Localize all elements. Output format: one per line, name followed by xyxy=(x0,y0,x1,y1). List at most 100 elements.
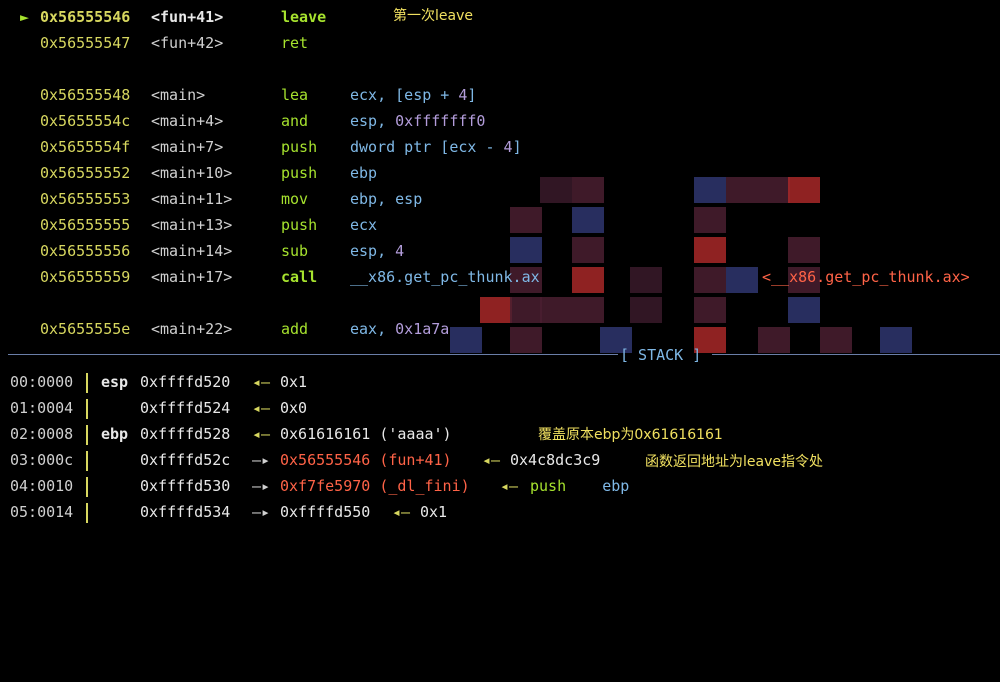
instruction-mnemonic: add xyxy=(281,320,309,338)
value-arrow: ◂— xyxy=(252,399,271,417)
disasm-line[interactable]: 0x5655554c <main+4> and esp, 0xfffffff0 xyxy=(0,111,485,131)
immediate-value: 0xfffffff0 xyxy=(395,112,486,130)
disasm-line[interactable]: 0x56555552 <main+10> push ebp xyxy=(0,163,377,183)
instruction-address: 0x56555556 xyxy=(40,242,131,260)
instruction-address: 0x56555548 xyxy=(40,86,131,104)
instruction-symbol: <main+22> xyxy=(151,320,233,338)
stack-value: 0x1 xyxy=(280,373,308,391)
instruction-operands: esp, 0xfffffff0 xyxy=(350,111,485,131)
pixel-block xyxy=(880,327,912,353)
disasm-line[interactable]: 0x5655554f <main+7> push dword ptr [ecx … xyxy=(0,137,522,157)
disasm-line[interactable]: 0x56555559 <main+17> call __x86.get_pc_t… xyxy=(0,267,970,287)
value-arrow: ◂— xyxy=(252,425,271,443)
stack-address: 0xffffd524 xyxy=(140,399,231,417)
pixel-block xyxy=(450,327,482,353)
annotation-return-address: 函数返回地址为leave指令处 xyxy=(645,454,823,470)
value-arrow: ◂— xyxy=(392,503,411,521)
pixel-block xyxy=(510,207,542,233)
pixel-block xyxy=(694,177,726,203)
disasm-line[interactable]: 0x56555547 <fun+42> ret xyxy=(0,33,308,53)
pixel-block xyxy=(758,327,790,353)
instruction-mnemonic: and xyxy=(281,112,309,130)
stack-address: 0xffffd528 xyxy=(140,425,231,443)
operand-text: ebp xyxy=(350,164,378,182)
pixel-block xyxy=(788,177,820,203)
instruction-symbol: <fun+42> xyxy=(151,34,224,52)
operand-text: dword ptr [ecx - xyxy=(350,138,504,156)
stack-offset: 01:0004 xyxy=(10,399,74,417)
pixel-block xyxy=(820,327,852,353)
instruction-symbol: <main+7> xyxy=(151,138,224,156)
disasm-line[interactable]: 0x56555548 <main> lea ecx, [esp + 4] xyxy=(0,85,476,105)
divider-line-right xyxy=(712,354,1000,355)
operand-text: ebp, esp xyxy=(350,190,423,208)
call-target-symbol[interactable]: __x86.get_pc_thunk.ax xyxy=(350,267,540,287)
instruction-address: 0x5655555e xyxy=(40,320,131,338)
disasm-line[interactable]: ► 0x56555546 <fun+41> leave xyxy=(0,7,326,27)
stack-value: 0x0 xyxy=(280,399,308,417)
disasm-line[interactable]: 0x56555553 <main+11> mov ebp, esp xyxy=(0,189,422,209)
instruction-address: 0x5655554c xyxy=(40,112,131,130)
instruction-symbol: <main+11> xyxy=(151,190,233,208)
code-pointer-value: 0xf7fe5970 (_dl_fini) xyxy=(280,477,470,495)
pixel-block xyxy=(540,297,572,323)
stack-value: 0x1 xyxy=(420,503,448,521)
stack-register: ebp xyxy=(101,425,129,443)
annotation-first-leave: 第一次leave xyxy=(393,8,473,24)
divider-line-left xyxy=(8,354,618,355)
pixel-block xyxy=(572,237,604,263)
disasm-line[interactable]: 0x56555556 <main+14> sub esp, 4 xyxy=(0,241,404,261)
instruction-operands: eax, 0x1a7a xyxy=(350,319,449,339)
stack-address: 0xffffd520 xyxy=(140,373,231,391)
instruction-operands: esp, 4 xyxy=(350,241,404,261)
value-arrow: ◂— xyxy=(500,477,519,495)
immediate-value: 0x1a7a xyxy=(395,320,450,338)
pixel-block xyxy=(572,207,604,233)
pixel-block xyxy=(572,297,604,323)
annotation-ebp-overwrite: 覆盖原本ebp为0x61616161 xyxy=(538,427,723,443)
pixel-block xyxy=(758,177,790,203)
instruction-symbol: <main+4> xyxy=(151,112,224,130)
pixel-block xyxy=(726,177,758,203)
pixel-block xyxy=(726,267,758,293)
pixel-block xyxy=(540,177,572,203)
instruction-address: 0x56555553 xyxy=(40,190,131,208)
pixel-block xyxy=(480,297,512,323)
stack-row[interactable]: 01:0004 0xffffd524 ◂— 0x0 xyxy=(0,398,307,419)
instruction-symbol: <main+17> xyxy=(151,268,233,286)
instruction-mnemonic: push xyxy=(281,138,318,156)
stack-address: 0xffffd534 xyxy=(140,503,231,521)
section-divider xyxy=(0,354,1000,356)
stack-row[interactable]: 05:0014 0xffffd534 —▸ 0xffffd550 ◂— 0x1 xyxy=(0,502,447,523)
stack-row[interactable]: 02:0008 ebp 0xffffd528 ◂— 0x61616161 ('a… xyxy=(0,424,452,445)
stack-row[interactable]: 00:0000 esp 0xffffd520 ◂— 0x1 xyxy=(0,372,307,393)
current-instruction-marker: ► xyxy=(20,8,30,26)
operand-text: esp, xyxy=(350,112,396,130)
stack-offset: 05:0014 xyxy=(10,503,74,521)
stack-address: 0xffffd530 xyxy=(140,477,231,495)
instruction-address: 0x56555552 xyxy=(40,164,131,182)
stack-register: esp xyxy=(101,373,129,391)
stack-offset: 04:0010 xyxy=(10,477,74,495)
stack-row-bar xyxy=(86,373,88,393)
instruction-address: 0x5655554f xyxy=(40,138,131,156)
instruction-operands: ecx, [esp + 4] xyxy=(350,85,476,105)
instruction-symbol: <main+14> xyxy=(151,242,233,260)
value-arrow: ◂— xyxy=(252,373,271,391)
instruction-mnemonic: call xyxy=(281,268,318,286)
pixel-block xyxy=(788,297,820,323)
pixel-block xyxy=(630,297,662,323)
disasm-line[interactable]: 0x56555555 <main+13> push ecx xyxy=(0,215,377,235)
instruction-symbol: <main+10> xyxy=(151,164,233,182)
stack-row-bar xyxy=(86,451,88,471)
stack-offset: 02:0008 xyxy=(10,425,74,443)
pixel-block xyxy=(630,267,662,293)
instruction-mnemonic: ret xyxy=(281,34,309,52)
stack-value: 0x4c8dc3c9 xyxy=(510,451,601,469)
disasm-line[interactable]: 0x5655555e <main+22> add eax, 0x1a7a xyxy=(0,319,449,339)
instruction-operands: ecx xyxy=(350,215,377,235)
instruction-mnemonic: push xyxy=(281,164,318,182)
operand-text: ] xyxy=(512,138,522,156)
stack-row[interactable]: 04:0010 0xffffd530 —▸ 0xf7fe5970 (_dl_fi… xyxy=(0,476,629,497)
stack-row[interactable]: 03:000c 0xffffd52c —▸ 0x56555546 (fun+41… xyxy=(0,450,600,471)
